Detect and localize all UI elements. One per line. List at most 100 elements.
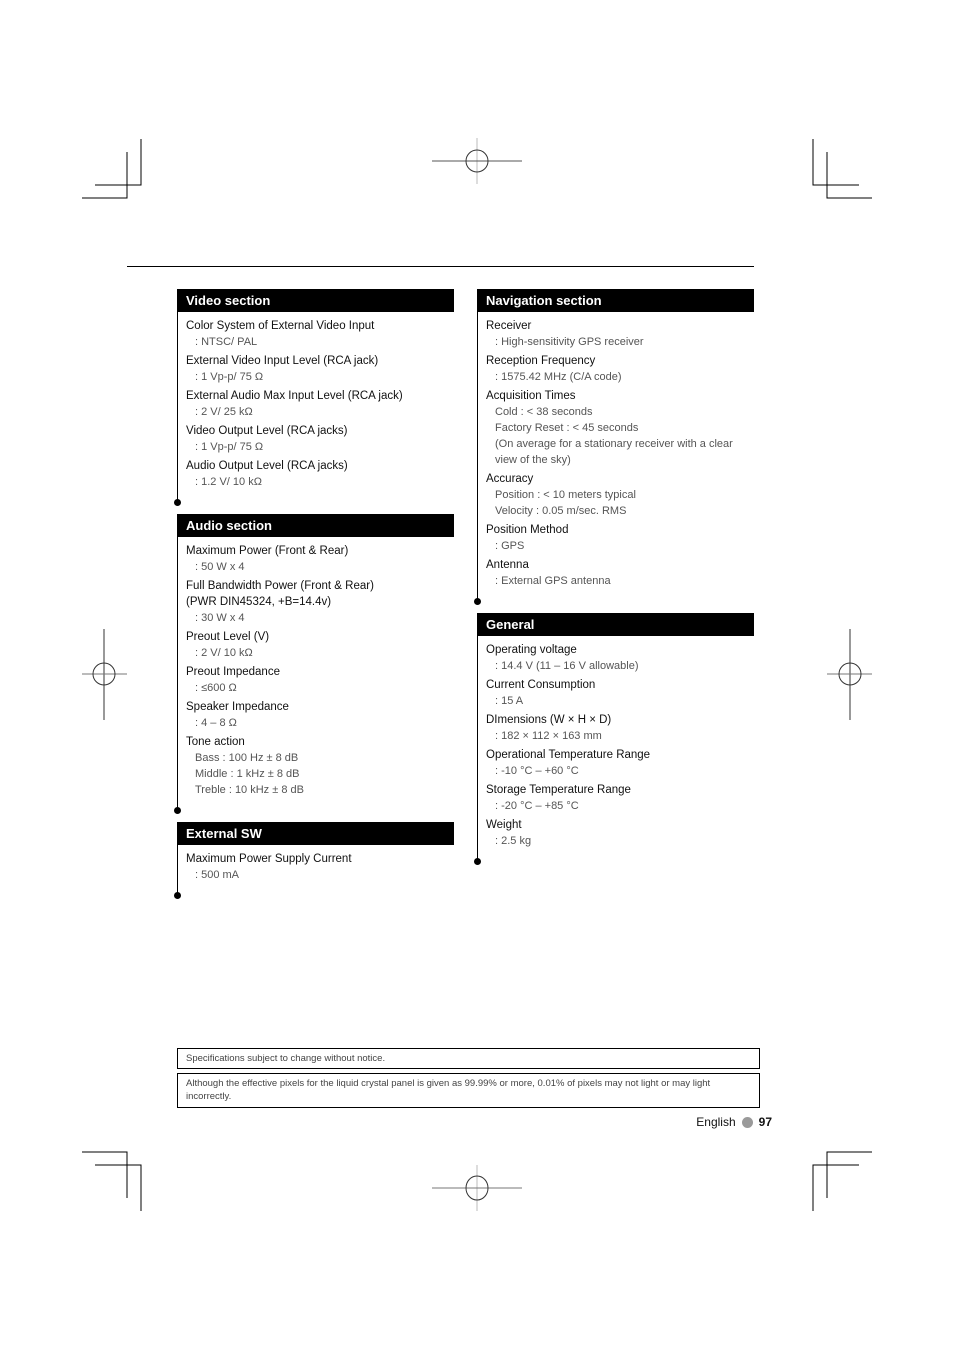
spec-item: Color System of External Video Input : N… [186, 318, 454, 350]
spec-item: Maximum Power (Front & Rear) : 50 W x 4 [186, 543, 454, 575]
spec-value: : 1575.42 MHz (C/A code) [495, 371, 622, 383]
spec-item: Reception Frequency : 1575.42 MHz (C/A c… [486, 353, 754, 385]
section-heading: Video section [177, 289, 454, 312]
spec-value: : 15 A [495, 695, 524, 707]
spec-item: Acquisition Times Cold : < 38 seconds Fa… [486, 388, 754, 468]
spec-item: Weight : 2.5 kg [486, 817, 754, 849]
section-heading: Audio section [177, 514, 454, 537]
spec-item: Operating voltage : 14.4 V (11 – 16 V al… [486, 642, 754, 674]
spec-label: Storage Temperature Range [486, 784, 631, 796]
crop-mark-top-left [82, 139, 142, 199]
spec-value: Velocity : 0.05 m/sec. RMS [495, 505, 627, 517]
spec-label: Audio Output Level (RCA jacks) [186, 460, 348, 472]
spec-label: Preout Level (V) [186, 631, 270, 643]
spec-value: Middle : 1 kHz ± 8 dB [195, 768, 300, 780]
spec-value: (On average for a stationary receiver wi… [495, 438, 733, 466]
registration-mark-left [82, 629, 127, 720]
section-heading: General [477, 613, 754, 636]
spec-value: : External GPS antenna [495, 575, 611, 587]
spec-value: : -20 °C – +85 °C [495, 800, 579, 812]
registration-mark-top [432, 138, 522, 184]
spec-label: Maximum Power (Front & Rear) [186, 545, 349, 557]
section-bracket-line [177, 514, 178, 811]
spec-item: Tone action Bass : 100 Hz ± 8 dB Middle … [186, 734, 454, 798]
spec-value: : 1 Vp-p/ 75 Ω [195, 441, 264, 453]
page-number: 97 [758, 1115, 772, 1129]
spec-item: Position Method : GPS [486, 522, 754, 554]
spec-label: DImensions (W × H × D) [486, 714, 612, 726]
spec-value: : 1 Vp-p/ 75 Ω [195, 371, 264, 383]
spec-item: Maximum Power Supply Current : 500 mA [186, 851, 454, 883]
spec-label: Full Bandwidth Power (Front & Rear) [186, 580, 374, 592]
spec-value: : 4 – 8 Ω [195, 717, 237, 729]
video-section: Video section Color System of External V… [174, 289, 454, 506]
external-sw-section: External SW Maximum Power Supply Current… [174, 822, 454, 899]
spec-label: Maximum Power Supply Current [186, 853, 352, 865]
section-bracket-line [177, 289, 178, 503]
spec-value: : 14.4 V (11 – 16 V allowable) [495, 660, 639, 672]
spec-item: Receiver : High-sensitivity GPS receiver [486, 318, 754, 350]
navigation-section: Navigation section Receiver : High-sensi… [474, 289, 754, 605]
audio-section: Audio section Maximum Power (Front & Rea… [174, 514, 454, 814]
spec-value: : GPS [495, 540, 525, 552]
spec-label: Video Output Level (RCA jacks) [186, 425, 348, 437]
spec-label: Antenna [486, 559, 529, 571]
spec-label: Weight [486, 819, 522, 831]
spec-label: Reception Frequency [486, 355, 596, 367]
notice-specifications-change: Specifications subject to change without… [177, 1048, 760, 1069]
spec-value: Position : < 10 meters typical [495, 489, 636, 501]
spec-value: : 2 V/ 10 kΩ [195, 647, 253, 659]
spec-value: : 500 mA [195, 869, 240, 881]
spec-value: Treble : 10 kHz ± 8 dB [195, 784, 304, 796]
spec-item: Operational Temperature Range : -10 °C –… [486, 747, 754, 779]
spec-item: External Video Input Level (RCA jack) : … [186, 353, 454, 385]
spec-item: DImensions (W × H × D) : 182 × 112 × 163… [486, 712, 754, 744]
spec-value: : High-sensitivity GPS receiver [495, 336, 644, 348]
spec-value: Factory Reset : < 45 seconds [495, 422, 639, 434]
spec-value: : NTSC/ PAL [195, 336, 258, 348]
spec-value: Bass : 100 Hz ± 8 dB [195, 752, 299, 764]
section-end-dot [174, 892, 181, 899]
spec-label: External Audio Max Input Level (RCA jack… [186, 390, 403, 402]
header-rule [127, 266, 754, 267]
spec-item: Audio Output Level (RCA jacks) : 1.2 V/ … [186, 458, 454, 490]
spec-item: Accuracy Position : < 10 meters typical … [486, 471, 754, 519]
section-bracket-line [477, 613, 478, 862]
section-bracket-line [177, 822, 178, 896]
section-bracket-line [477, 289, 478, 602]
spec-value: : 1.2 V/ 10 kΩ [195, 476, 262, 488]
spec-value: : 30 W x 4 [195, 612, 245, 624]
section-end-dot [174, 499, 181, 506]
spec-value: : ≤600 Ω [195, 682, 237, 694]
spec-label: External Video Input Level (RCA jack) [186, 355, 379, 367]
spec-label: Receiver [486, 320, 532, 332]
spec-item: Video Output Level (RCA jacks) : 1 Vp-p/… [186, 423, 454, 455]
spec-value: : -10 °C – +60 °C [495, 765, 579, 777]
section-end-dot [474, 598, 481, 605]
spec-label: Preout Impedance [186, 666, 280, 678]
spec-item: Current Consumption : 15 A [486, 677, 754, 709]
section-heading: External SW [177, 822, 454, 845]
spec-item: Full Bandwidth Power (Front & Rear) (PWR… [186, 578, 454, 626]
spec-value: : 50 W x 4 [195, 561, 245, 573]
spec-label: Speaker Impedance [186, 701, 289, 713]
bullet-circle-icon [741, 1116, 753, 1128]
notice-lcd-pixels: Although the effective pixels for the li… [177, 1073, 760, 1108]
section-heading: Navigation section [477, 289, 754, 312]
crop-mark-bottom-left [82, 1151, 142, 1211]
spec-label: Acquisition Times [486, 390, 576, 402]
section-end-dot [474, 858, 481, 865]
spec-item: Preout Impedance : ≤600 Ω [186, 664, 454, 696]
spec-label: Tone action [186, 736, 245, 748]
spec-value: : 182 × 112 × 163 mm [495, 730, 602, 742]
spec-item: Speaker Impedance : 4 – 8 Ω [186, 699, 454, 731]
spec-item: External Audio Max Input Level (RCA jack… [186, 388, 454, 420]
spec-item: Preout Level (V) : 2 V/ 10 kΩ [186, 629, 454, 661]
spec-label: Position Method [486, 524, 569, 536]
general-section: General Operating voltage : 14.4 V (11 –… [474, 613, 754, 865]
spec-label: Current Consumption [486, 679, 596, 691]
spec-label: Color System of External Video Input [186, 320, 375, 332]
spec-value: : 2 V/ 25 kΩ [195, 406, 253, 418]
registration-mark-bottom [432, 1165, 522, 1211]
crop-mark-top-right [812, 139, 872, 199]
